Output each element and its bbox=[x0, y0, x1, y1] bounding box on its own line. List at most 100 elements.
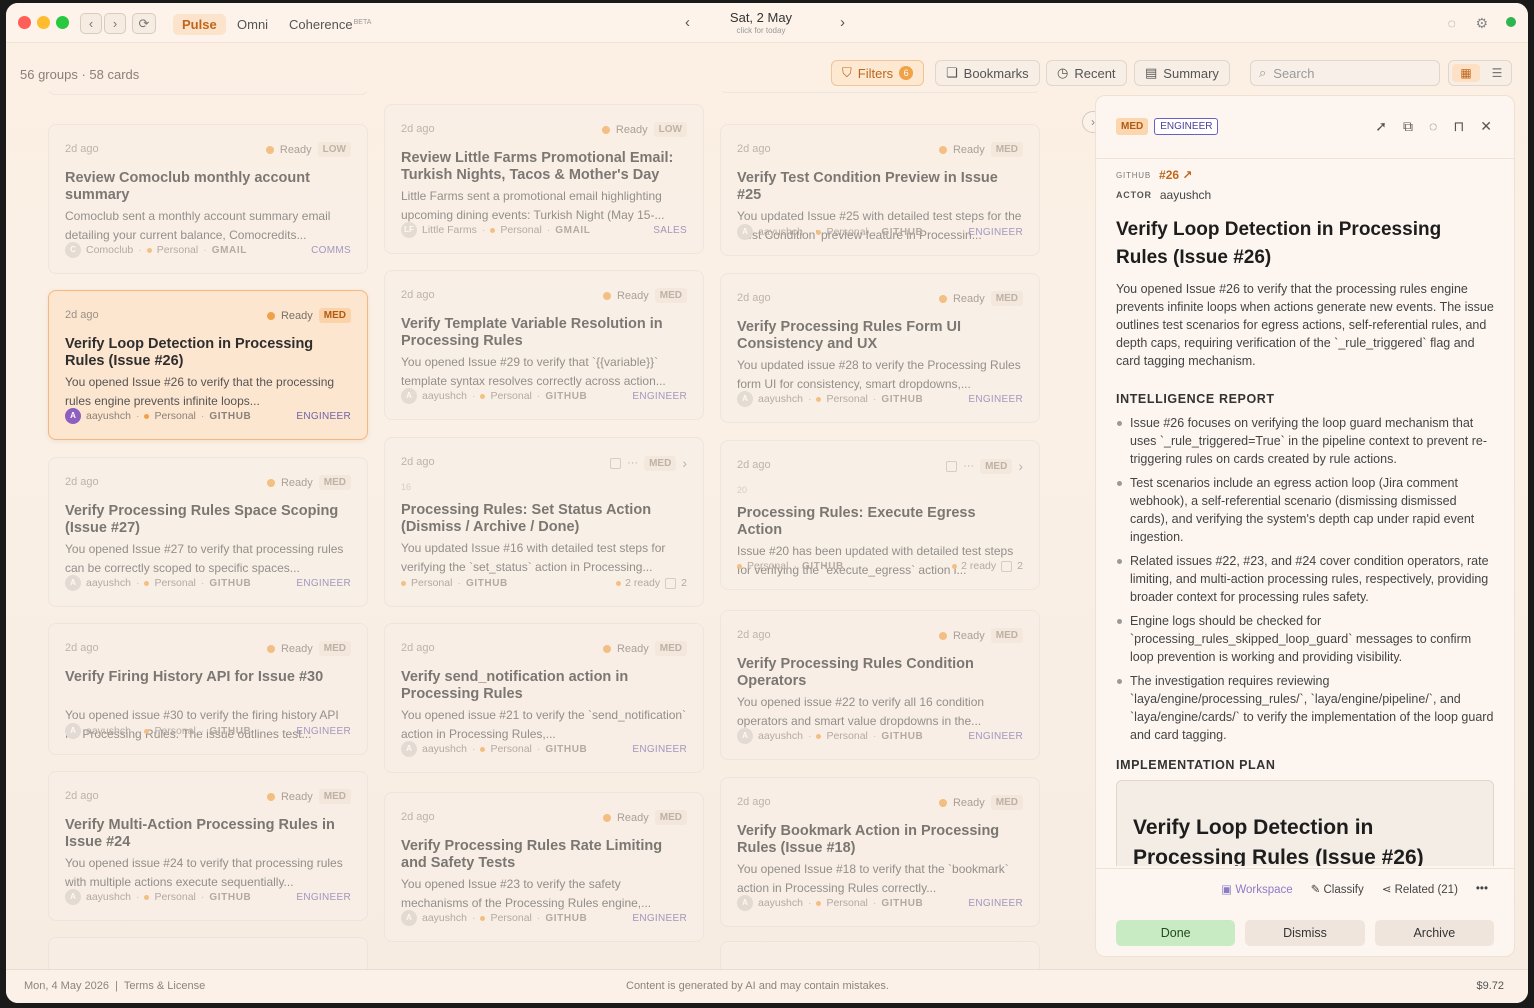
avatar: A bbox=[737, 895, 753, 911]
terms-link[interactable]: Terms & License bbox=[124, 980, 205, 992]
card[interactable]: 2d ago Ready MED Verify Template Variable R… bbox=[384, 270, 704, 420]
separator: · bbox=[203, 244, 207, 256]
summary-button[interactable]: ▤ Summary bbox=[1134, 60, 1230, 86]
workspace-button[interactable]: ▣ Workspace bbox=[1221, 882, 1292, 896]
card-footer: Aaayushch · Personal · GITHUB ENGINEER bbox=[401, 388, 687, 404]
footer: Mon, 4 May 2026 | Terms & License Conten… bbox=[6, 969, 1528, 1003]
actor-label: ACTOR bbox=[1116, 190, 1152, 200]
document-icon: ▤ bbox=[1145, 65, 1158, 80]
category-badge[interactable]: ENGINEER bbox=[1154, 118, 1219, 135]
card-age: 2d ago bbox=[65, 309, 99, 321]
nav-coherence-label: Coherence bbox=[289, 17, 353, 32]
card[interactable]: 2d ago Ready MED Verify Processing Rules Fo… bbox=[720, 273, 1040, 423]
card[interactable]: 2d ago Ready MED Verify send_notification a… bbox=[384, 623, 704, 773]
nav-coherence[interactable]: CoherenceBETA bbox=[280, 14, 380, 35]
card-partial[interactable] bbox=[720, 91, 1040, 93]
next-day-button[interactable]: › bbox=[840, 14, 845, 31]
card[interactable]: 2d ago Ready MED Verify Multi-Action Proces… bbox=[48, 771, 368, 921]
status-label: Ready bbox=[280, 309, 313, 322]
forward-button[interactable]: › bbox=[104, 13, 126, 34]
chat-icon[interactable]: ◌ bbox=[1448, 15, 1456, 31]
chevron-right-icon[interactable]: › bbox=[682, 455, 687, 471]
card[interactable]: 2d ago ··· MED › 16 Processing Rules: Set Sta… bbox=[384, 437, 704, 607]
list-view-icon[interactable]: ☰ bbox=[1484, 64, 1510, 82]
nav-pulse[interactable]: Pulse bbox=[173, 14, 226, 35]
space-name: Personal bbox=[826, 897, 868, 909]
priority-badge: MED bbox=[654, 641, 687, 656]
summary-label: Summary bbox=[1163, 65, 1219, 81]
ai-disclaimer: Content is generated by AI and may conta… bbox=[626, 980, 889, 992]
priority-badge: LOW bbox=[653, 122, 687, 137]
card-header: 2d ago Ready MED bbox=[737, 291, 1023, 307]
card-tag: ENGINEER bbox=[632, 912, 687, 924]
ready-count-label: 2 ready bbox=[961, 560, 997, 572]
card-partial[interactable] bbox=[720, 941, 1040, 971]
chevron-right-icon[interactable]: › bbox=[1018, 458, 1023, 474]
view-toggle: ▦ ☰ bbox=[1448, 60, 1512, 86]
avatar: A bbox=[65, 575, 81, 591]
divider bbox=[1096, 158, 1514, 159]
dismiss-button[interactable]: Dismiss bbox=[1245, 920, 1365, 946]
card[interactable]: 2d ago Ready LOW Review Little Farms Promot… bbox=[384, 104, 704, 254]
card[interactable]: 2d ago Ready MED Verify Bookmark Action in … bbox=[720, 777, 1040, 927]
author-name: aayushch bbox=[86, 725, 131, 737]
search-input[interactable]: ⌕ Search bbox=[1250, 60, 1440, 86]
card-title: Verify Bookmark Action in Processing Rul… bbox=[737, 823, 1000, 856]
plan-title: Verify Loop Detection in Processing Rule… bbox=[1116, 780, 1494, 866]
filters-button[interactable]: ⛉ Filters 6 bbox=[831, 60, 925, 86]
source-link[interactable]: #26 ↗ bbox=[1159, 168, 1192, 182]
card-age: 2d ago bbox=[65, 476, 99, 488]
card[interactable]: 2d ago ··· MED › 20 Processing Rules: Execute… bbox=[720, 440, 1040, 590]
card[interactable]: 2d ago Ready LOW Review Comoclub monthly ac… bbox=[48, 124, 368, 274]
card[interactable]: 2d ago Ready MED Verify Test Condition Prev… bbox=[720, 124, 1040, 256]
comment-icon[interactable]: ◌ bbox=[1429, 118, 1437, 135]
beta-badge: BETA bbox=[353, 18, 372, 26]
gear-icon[interactable]: ⚙ bbox=[1475, 15, 1488, 32]
card-partial[interactable] bbox=[48, 937, 368, 971]
card-partial[interactable] bbox=[48, 91, 368, 95]
filters-count-badge: 6 bbox=[899, 66, 914, 80]
ready-dot-icon bbox=[602, 813, 611, 822]
back-button[interactable]: ‹ bbox=[80, 13, 102, 34]
card[interactable]: 2d ago Ready MED Verify Processing Rules Sp… bbox=[48, 457, 368, 607]
more-icon[interactable]: ··· bbox=[963, 460, 974, 472]
author-name: aayushch bbox=[422, 390, 467, 402]
archive-button[interactable]: Archive bbox=[1374, 920, 1494, 946]
nav-omni[interactable]: Omni bbox=[228, 14, 277, 35]
card-header: 2d ago Ready MED bbox=[65, 641, 351, 657]
minimize-window-button[interactable] bbox=[37, 16, 50, 29]
date-selector[interactable]: Sat, 2 May click for today bbox=[721, 10, 801, 35]
author-name: aayushch bbox=[86, 577, 131, 589]
separator: · bbox=[807, 897, 812, 909]
date-hint: click for today bbox=[736, 26, 786, 35]
grid-view-icon[interactable]: ▦ bbox=[1452, 64, 1480, 82]
related-button[interactable]: ⋖ Related (21) bbox=[1382, 882, 1458, 896]
more-icon[interactable]: ··· bbox=[627, 457, 638, 469]
more-icon[interactable]: ••• bbox=[1476, 883, 1488, 895]
copy-icon[interactable]: ⧉ bbox=[1403, 118, 1413, 135]
zoom-window-button[interactable] bbox=[56, 16, 69, 29]
card[interactable]: 2d ago Ready MED Verify Processing Rules Co… bbox=[720, 610, 1040, 760]
bookmark-icon[interactable]: ⊓ bbox=[1453, 118, 1464, 135]
close-icon[interactable]: ✕ bbox=[1480, 118, 1492, 135]
card-title: Verify send_notification action in Proce… bbox=[401, 669, 629, 702]
card-footer: Aaayushch · Personal · GITHUB ENGINEER bbox=[65, 889, 351, 905]
card-status: Ready MED bbox=[266, 641, 351, 656]
refresh-button[interactable]: ⟳ bbox=[132, 13, 156, 34]
bookmarks-button[interactable]: ❏ Bookmarks bbox=[935, 60, 1040, 86]
author-name: aayushch bbox=[758, 393, 803, 405]
card[interactable]: 2d ago Ready MED Verify Loop Detection in P… bbox=[48, 290, 368, 440]
close-window-button[interactable] bbox=[18, 16, 31, 29]
author-name: aayushch bbox=[422, 912, 467, 924]
card[interactable]: 2d ago Ready MED Verify Processing Rules Ra… bbox=[384, 792, 704, 942]
card[interactable]: 2d ago Ready MED Verify Firing History API … bbox=[48, 623, 368, 755]
prev-day-button[interactable]: ‹ bbox=[685, 14, 690, 31]
avatar: A bbox=[737, 391, 753, 407]
classify-button[interactable]: ✎ Classify bbox=[1311, 882, 1364, 896]
cursor-icon[interactable]: ➚ bbox=[1375, 118, 1387, 135]
recent-button[interactable]: ◷ Recent bbox=[1046, 60, 1127, 86]
done-button[interactable]: Done bbox=[1116, 920, 1236, 946]
intel-item: Issue #26 focuses on verifying the loop … bbox=[1116, 414, 1494, 468]
related-label: Related (21) bbox=[1394, 883, 1458, 896]
priority-badge: MED bbox=[990, 291, 1023, 306]
